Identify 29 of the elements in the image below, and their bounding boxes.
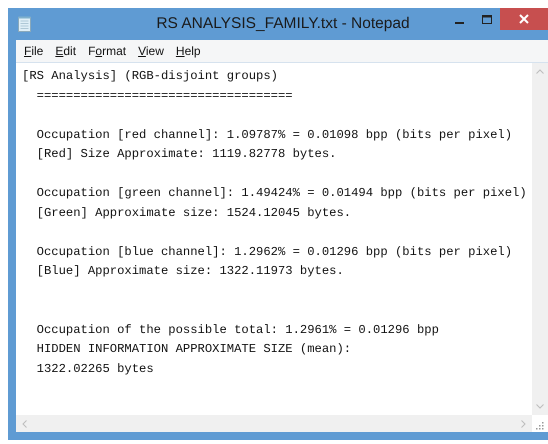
text-line: Occupation [red channel]: 1.09787% = 0.01098 bpp (bits per pixel) [36,126,512,144]
text-line: =================================== [36,88,293,104]
text-line: Occupation [blue channel]: 1.2962% = 0.01296 bpp (bits per pixel) [36,244,512,260]
menu-item[interactable]: Help [170,44,207,58]
window-title: RS ANALYSIS_FAMILY.txt - Notepad [156,15,410,33]
close-icon [519,14,529,24]
menu-item[interactable]: View [132,44,170,58]
scroll-right-icon[interactable] [521,420,526,428]
close-button[interactable] [500,8,548,30]
menu-item[interactable]: File [18,44,50,58]
text-line: Occupation of the possible total: 1.2961% = 0.01296 bpp [36,322,439,338]
vertical-scrollbar[interactable] [532,63,548,415]
scroll-left-icon[interactable] [22,420,27,428]
resize-grip-icon[interactable] [536,422,544,430]
text-line: Occupation [green channel]: 1.49424% = 0.01494 bpp (bits per pixel) [36,185,527,202]
scroll-up-icon[interactable] [536,69,544,74]
minimize-icon [455,22,464,24]
menu-item[interactable]: Edit [49,44,82,58]
maximize-icon [482,14,492,24]
scroll-down-icon[interactable] [536,404,544,409]
horizontal-scrollbar[interactable] [16,415,532,432]
menu-item[interactable]: Format [82,44,132,58]
text-line: HIDDEN INFORMATION APPROXIMATE SIZE (mean): [36,341,352,358]
text-line: [Red] Size Approximate: 1119.82778 bytes. [36,146,336,163]
text-line: [Blue] Approximate size: 1322.11973 bytes. [36,263,344,280]
text-line: [Green] Approximate size: 1524.12045 bytes. [36,204,352,222]
text-line: [RS Analysis] (RGB-disjoint groups) [22,68,278,85]
text-line: 1322.02265 bytes [36,360,154,378]
notepad-icon [18,16,31,32]
